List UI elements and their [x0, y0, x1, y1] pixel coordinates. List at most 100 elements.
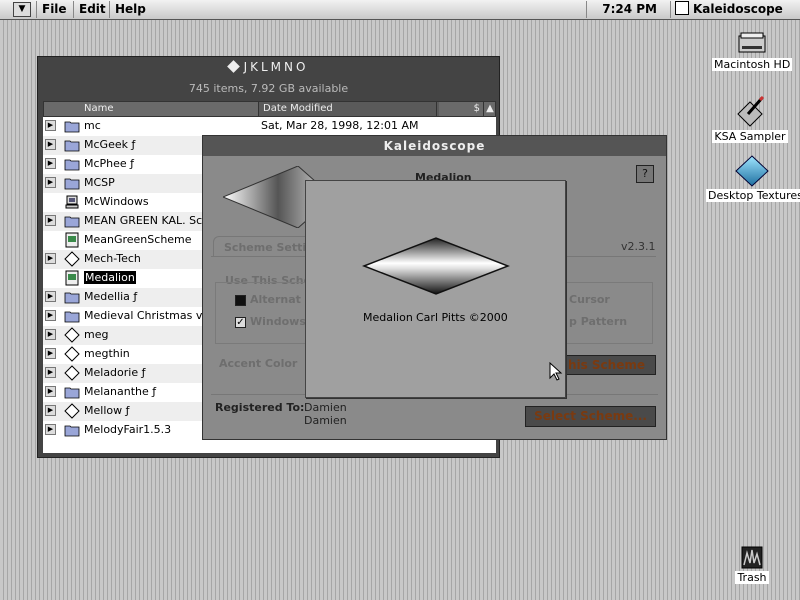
help-icon[interactable]: ?	[636, 165, 654, 183]
desktop-icon-label: Macintosh HD	[712, 58, 793, 71]
file-name: McGeek ƒ	[84, 138, 136, 151]
desktop-icon-macintosh-hd[interactable]: Macintosh HD	[712, 30, 793, 71]
folder-icon	[64, 118, 80, 134]
disclosure-triangle-icon[interactable]: ▶	[45, 329, 56, 340]
scheme-file-icon	[64, 270, 80, 286]
scheme-file-icon	[64, 232, 80, 248]
disclosure-triangle-icon[interactable]: ▶	[45, 253, 56, 264]
folder-icon	[64, 213, 80, 229]
trash-icon	[741, 546, 763, 569]
kaleidoscope-title-bar[interactable]: Kaleidoscope	[203, 136, 666, 156]
diamond-icon	[735, 155, 769, 187]
file-name: meg	[84, 328, 109, 341]
windows-label: Windows	[250, 315, 306, 328]
diamond-folder-icon	[64, 365, 80, 381]
menu-bar: ▼ File Edit Help 7:24 PM Kaleidoscope	[0, 0, 800, 20]
diamond-folder-icon	[64, 346, 80, 362]
folder-icon	[64, 422, 80, 438]
file-name: megthin	[84, 347, 130, 360]
diamond-folder-icon	[64, 403, 80, 419]
apple-menu-icon[interactable]: ▼	[13, 2, 31, 17]
desktop-icon-label: Desktop Textures	[706, 189, 800, 202]
alternate-label: Alternat	[250, 293, 301, 306]
folder-icon	[64, 384, 80, 400]
disclosure-triangle-icon[interactable]: ▶	[45, 310, 56, 321]
disclosure-triangle-icon[interactable]: ▶	[45, 139, 56, 150]
file-name: Mellow ƒ	[84, 404, 130, 417]
file-name: Mech-Tech	[84, 252, 141, 265]
menu-help[interactable]: Help	[109, 1, 151, 18]
finder-info-bar: 745 items, 7.92 GB available	[188, 82, 349, 95]
column-sort-header[interactable]: $	[436, 102, 482, 116]
accent-color-label: Accent Color	[219, 357, 298, 370]
app-name: Kaleidoscope	[693, 2, 783, 16]
medalion-diamond-graphic	[362, 237, 510, 295]
file-date: Sat, Mar 28, 1998, 12:01 AM	[261, 119, 419, 132]
mouse-cursor-icon	[549, 362, 563, 381]
desktop-icon-label: Trash	[735, 571, 769, 584]
registered-organization: Damien	[304, 414, 347, 427]
cursor-label: Cursor	[569, 293, 610, 306]
folder-diamond-icon	[226, 60, 240, 73]
disclosure-triangle-icon[interactable]: ▶	[45, 348, 56, 359]
file-name: MeanGreenScheme	[84, 233, 192, 246]
file-name: Melananthe ƒ	[84, 385, 157, 398]
scheme-about-panel[interactable]: Medalion Carl Pitts ©2000	[305, 180, 566, 398]
menu-edit[interactable]: Edit	[73, 1, 111, 18]
alternate-checkbox[interactable]	[235, 295, 246, 306]
disclosure-triangle-icon[interactable]: ▶	[45, 120, 56, 131]
diamond-folder-icon	[64, 251, 80, 267]
disclosure-triangle-icon[interactable]: ▶	[45, 215, 56, 226]
folder-icon	[64, 175, 80, 191]
desktop-icon-label: KSA Sampler	[712, 130, 788, 143]
column-date-header[interactable]: Date Modified	[258, 102, 439, 116]
sort-direction-icon[interactable]: ▲	[483, 102, 496, 116]
column-name-header[interactable]: Name	[84, 102, 114, 116]
application-menu[interactable]: Kaleidoscope	[670, 1, 800, 18]
disclosure-triangle-icon[interactable]: ▶	[45, 291, 56, 302]
tab-scheme-settings[interactable]: Scheme Setti	[213, 236, 317, 257]
diamond-folder-icon	[64, 327, 80, 343]
hard-disk-icon	[738, 32, 766, 53]
folder-icon	[64, 156, 80, 172]
file-name: Medellia ƒ	[84, 290, 138, 303]
app-window-icon	[675, 1, 689, 15]
menu-clock[interactable]: 7:24 PM	[586, 1, 662, 18]
windows-checkbox[interactable]: ✓	[235, 317, 246, 328]
disclosure-triangle-icon[interactable]: ▶	[45, 177, 56, 188]
list-item[interactable]: ▶ mc Sat, Mar 28, 1998, 12:01 AM	[43, 117, 496, 136]
use-this-scheme-button[interactable]: his Scheme	[559, 355, 656, 375]
disclosure-triangle-icon[interactable]: ▶	[45, 405, 56, 416]
registered-name: Damien	[304, 401, 347, 414]
desktop-icon-trash[interactable]: Trash	[728, 545, 776, 584]
computer-icon	[64, 194, 80, 210]
desktop-icon-ksa-sampler[interactable]: KSA Sampler	[710, 96, 790, 143]
about-credit: Carl Pitts ©2000	[416, 311, 508, 324]
finder-column-header: Name Date Modified $ ▲	[43, 101, 496, 117]
file-name: Medieval Christmas v2.	[84, 309, 213, 322]
file-name: MEAN GREEN KAL. Scher	[84, 214, 221, 227]
version-label: v2.3.1	[621, 240, 656, 253]
disclosure-triangle-icon[interactable]: ▶	[45, 424, 56, 435]
about-scheme-name: Medalion	[363, 311, 413, 324]
select-scheme-button[interactable]: Select Scheme...	[525, 406, 656, 427]
desktop-icon-desktop-textures[interactable]: Desktop Textures	[706, 155, 800, 202]
file-name: Meladorie ƒ	[84, 366, 146, 379]
paintbrush-icon	[737, 96, 765, 127]
file-name: McPhee ƒ	[84, 157, 135, 170]
menu-file[interactable]: File	[36, 1, 72, 18]
finder-title: JKLMNO	[243, 60, 309, 74]
disclosure-triangle-icon[interactable]: ▶	[45, 386, 56, 397]
pattern-label: p Pattern	[569, 315, 628, 328]
file-name: MCSP	[84, 176, 115, 189]
file-name: Medalion	[84, 271, 136, 284]
finder-title-bar[interactable]: JKLMNO	[38, 57, 499, 77]
folder-icon	[64, 137, 80, 153]
disclosure-triangle-icon[interactable]: ▶	[45, 158, 56, 169]
registered-to-label: Registered To:	[215, 401, 305, 414]
disclosure-triangle-icon[interactable]: ▶	[45, 367, 56, 378]
folder-icon	[64, 289, 80, 305]
folder-icon	[64, 308, 80, 324]
file-name: McWindows	[84, 195, 149, 208]
file-name: MelodyFair1.5.3	[84, 423, 172, 436]
